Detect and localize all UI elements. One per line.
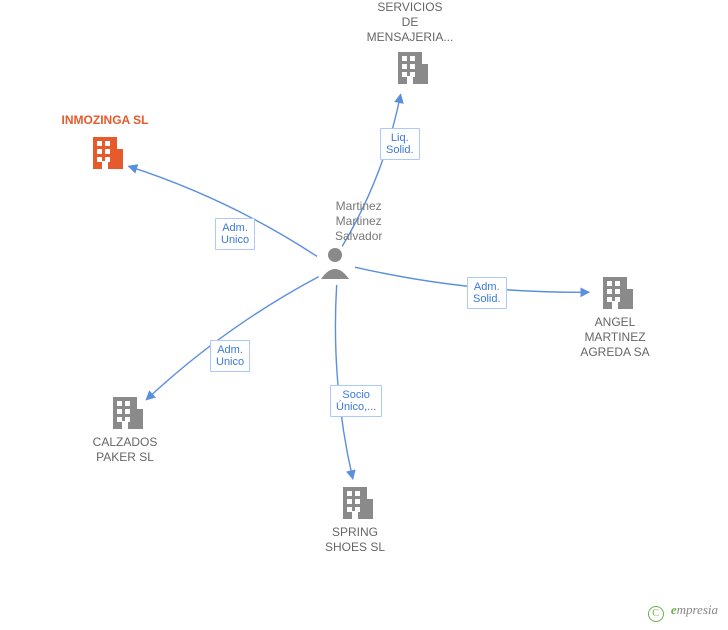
building-icon: [113, 397, 143, 429]
edge-label-angel[interactable]: Adm. Solid.: [467, 277, 507, 309]
node-label-calzados[interactable]: CALZADOS PAKER SL: [65, 435, 185, 465]
edge-label-servicios[interactable]: Liq. Solid.: [380, 128, 420, 160]
relation-edge: [335, 285, 352, 479]
edge-label-calzados[interactable]: Adm. Unico: [210, 340, 250, 372]
building-icon: [93, 137, 123, 169]
building-icon: [343, 487, 373, 519]
building-icon: [603, 277, 633, 309]
node-label-spring[interactable]: SPRING SHOES SL: [295, 525, 415, 555]
watermark-empresia: C empresia: [648, 602, 718, 622]
edge-label-spring[interactable]: Socio Único,...: [330, 385, 382, 417]
person-icon: [321, 248, 349, 279]
building-icon: [398, 52, 428, 84]
node-label-inmozinga[interactable]: INMOZINGA SL: [45, 113, 165, 128]
center-node-label: Martinez Martinez Salvador: [335, 199, 382, 244]
copyright-icon: C: [648, 606, 664, 622]
node-label-angel[interactable]: ANGEL MARTINEZ AGREDA SA: [555, 315, 675, 360]
relation-edge: [146, 277, 319, 400]
edge-label-inmozinga[interactable]: Adm. Unico: [215, 218, 255, 250]
node-label-servicios[interactable]: SERVICIOS DE MENSAJERIA...: [350, 0, 470, 45]
